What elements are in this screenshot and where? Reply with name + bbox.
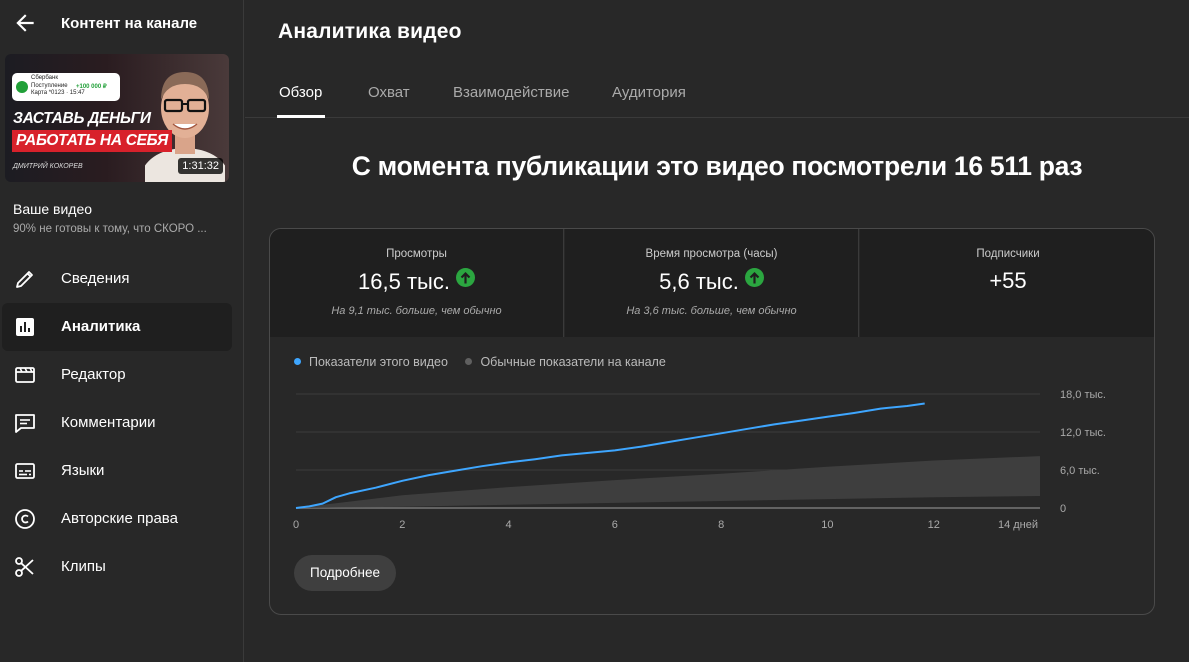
arrow-up-icon: [455, 268, 475, 287]
sidebar-title: Контент на канале: [61, 15, 198, 32]
legend-dot: [465, 358, 473, 365]
y-tick-label: 18,0 тыс.: [1060, 389, 1106, 401]
sidebar-item-clips[interactable]: Клипы: [2, 543, 232, 591]
sidebar-item-analytics[interactable]: Аналитика: [2, 303, 232, 351]
subtitles-icon: [15, 463, 35, 479]
typical-performance-band: [296, 456, 1040, 508]
x-tick-label: 10: [821, 519, 833, 531]
thumbnail-headline-2: РАБОТАТЬ НА СЕБЯ: [12, 130, 172, 152]
views-chart[interactable]: 18,0 тыс. 12,0 тыс. 6,0 тыс. 0 0 2 4 6 8 10 12 14 д…: [270, 377, 1155, 537]
chart-legend: Показатели этого видео Обычные показател…: [294, 355, 680, 369]
metric-subscribers[interactable]: Подписчики +55: [860, 229, 1154, 337]
tab-overview[interactable]: Обзор: [279, 84, 322, 101]
sidebar-item-copyright[interactable]: Авторские права: [2, 495, 232, 543]
legend-label: Показатели этого видео: [309, 355, 448, 369]
metric-note: На 9,1 тыс. больше, чем обычно: [331, 305, 502, 317]
y-tick-label: 0: [1060, 503, 1066, 515]
video-description: 90% не готовы к тому, что СКОРО ...: [13, 223, 207, 235]
x-tick-label: 2: [399, 519, 405, 531]
analytics-tabs: Обзор Охват Взаимодействие Аудитория: [245, 72, 1189, 118]
active-tab-indicator: [277, 115, 325, 118]
sidebar-nav: Сведения Аналитика Редактор Комментарии …: [0, 255, 244, 591]
x-tick-label: 14 дней: [998, 519, 1038, 531]
studio-app: Контент на канале Сбербанк Поступление К…: [0, 0, 1189, 662]
y-tick-label: 12,0 тыс.: [1060, 427, 1106, 439]
metric-note: На 3,6 тыс. больше, чем обычно: [626, 305, 797, 317]
thumbnail-author: ДМИТРИЙ КОКОРЕВ: [13, 163, 83, 170]
y-tick-label: 6,0 тыс.: [1060, 465, 1100, 477]
video-duration: 1:31:32: [178, 158, 223, 174]
legend-item-this-video: Показатели этого видео: [294, 355, 448, 369]
metric-value: 16,5 тыс.: [270, 268, 563, 295]
metric-value: 5,6 тыс.: [565, 268, 858, 295]
bank-logo-icon: [16, 81, 28, 93]
your-video-label: Ваше видео: [13, 201, 93, 217]
metric-label: Время просмотра (часы): [645, 248, 778, 260]
legend-label: Обычные показатели на канале: [480, 355, 666, 369]
sidebar-item-label: Языки: [61, 462, 105, 479]
sidebar-header: Контент на канале: [0, 0, 244, 46]
tab-audience[interactable]: Аудитория: [612, 84, 686, 101]
legend-item-typical: Обычные показатели на канале: [465, 355, 666, 369]
copyright-icon: [15, 509, 35, 529]
overview-card: Просмотры 16,5 тыс. На 9,1 тыс. больше, …: [269, 228, 1155, 615]
back-arrow-icon[interactable]: [12, 10, 38, 36]
x-tick-label: 0: [293, 519, 299, 531]
sidebar-item-label: Клипы: [61, 558, 106, 575]
tab-engagement[interactable]: Взаимодействие: [453, 84, 569, 101]
sidebar-item-languages[interactable]: Языки: [2, 447, 232, 495]
x-tick-label: 6: [612, 519, 618, 531]
more-details-button[interactable]: Подробнее: [294, 555, 397, 591]
metrics-row: Просмотры 16,5 тыс. На 9,1 тыс. больше, …: [270, 229, 1154, 337]
sidebar-item-comments[interactable]: Комментарии: [2, 399, 232, 447]
page-title: Аналитика видео: [278, 20, 462, 43]
sidebar-item-label: Сведения: [61, 270, 130, 287]
metric-views[interactable]: Просмотры 16,5 тыс. На 9,1 тыс. больше, …: [270, 229, 564, 337]
views-headline: С момента публикации это видео посмотрел…: [351, 151, 1083, 181]
legend-dot: [294, 358, 301, 365]
x-tick-label: 8: [718, 519, 724, 531]
comments-icon: [15, 414, 35, 433]
sidebar: Контент на канале Сбербанк Поступление К…: [0, 0, 244, 662]
sidebar-item-label: Аналитика: [61, 318, 141, 335]
main-content: Аналитика видео Обзор Охват Взаимодейств…: [245, 0, 1189, 662]
sidebar-item-label: Авторские права: [61, 510, 178, 527]
metric-value-text: 5,6 тыс.: [659, 269, 739, 294]
bank-notification: Сбербанк Поступление Карта *0123 · 15:47…: [12, 73, 120, 101]
analytics-icon: [16, 318, 34, 336]
metric-value-text: 16,5 тыс.: [358, 269, 450, 294]
sidebar-item-label: Редактор: [61, 366, 126, 383]
sidebar-item-details[interactable]: Сведения: [2, 255, 232, 303]
x-tick-label: 12: [928, 519, 940, 531]
scissors-icon: [15, 557, 34, 577]
sidebar-item-editor[interactable]: Редактор: [2, 351, 232, 399]
sidebar-item-label: Комментарии: [61, 414, 156, 431]
metric-value: +55: [989, 268, 1027, 293]
x-tick-label: 4: [506, 519, 512, 531]
metric-label: Просмотры: [386, 248, 447, 260]
thumbnail-headline-1: ЗАСТАВЬ ДЕНЬГИ: [13, 110, 151, 127]
arrow-up-icon: [744, 268, 764, 287]
metric-watch-time[interactable]: Время просмотра (часы) 5,6 тыс. На 3,6 т…: [565, 229, 859, 337]
video-thumbnail[interactable]: Сбербанк Поступление Карта *0123 · 15:47…: [5, 54, 229, 182]
pencil-icon: [16, 271, 33, 288]
notification-amount: +100 000 ₽: [76, 83, 107, 90]
tab-reach[interactable]: Охват: [368, 84, 410, 101]
editor-icon: [15, 367, 35, 383]
metric-label: Подписчики: [976, 248, 1040, 260]
